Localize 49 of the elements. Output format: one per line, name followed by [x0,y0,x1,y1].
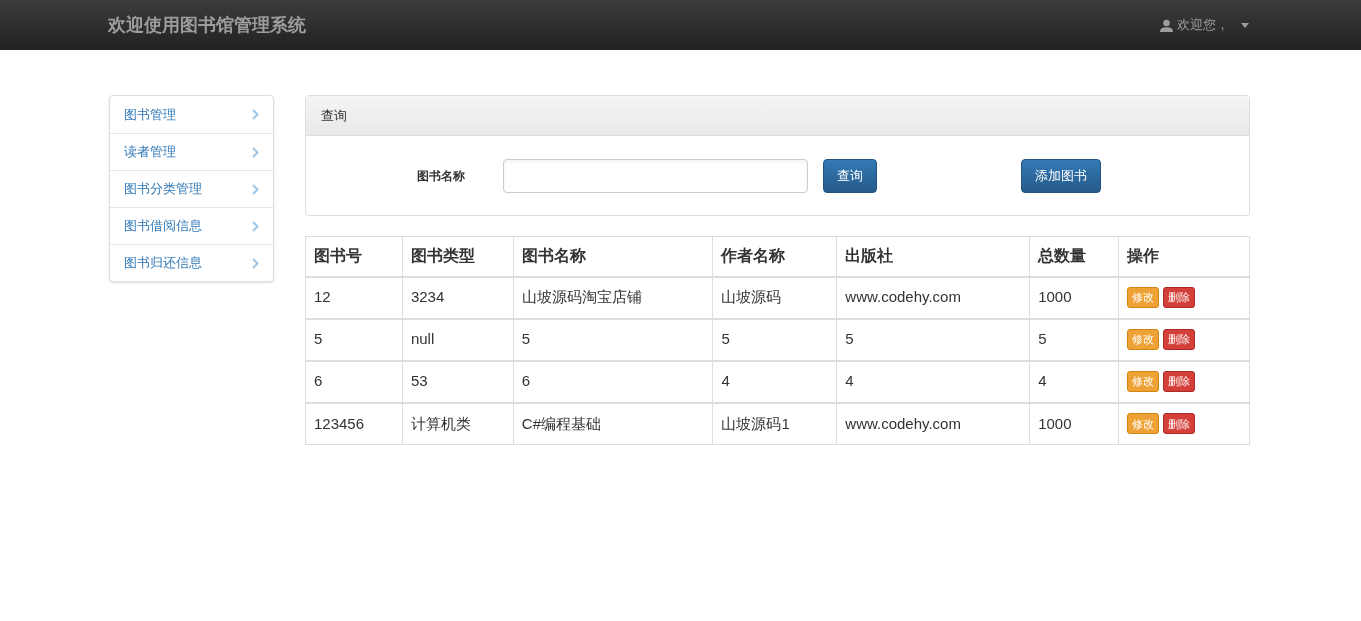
table-cell: 山坡源码1 [713,402,837,445]
add-book-button[interactable]: 添加图书 [1021,158,1101,193]
table-cell: 4 [1029,360,1119,403]
chevron-right-icon [252,220,259,232]
delete-button[interactable]: 删除 [1163,329,1196,350]
column-header: 总数量 [1029,236,1119,277]
chevron-right-icon [252,109,259,120]
table-cell: www.codehy.com [836,402,1030,445]
table-cell: 1000 [1029,402,1119,445]
delete-button[interactable]: 删除 [1163,371,1196,392]
table-cell: 4 [713,360,837,403]
table-cell: 5 [836,318,1030,361]
table-cell: 5 [713,318,837,361]
chevron-right-icon [252,146,259,158]
chevron-right-icon [252,257,259,269]
column-header: 作者名称 [713,236,837,277]
column-header: 图书名称 [513,236,713,277]
table-cell: 12 [305,276,403,319]
search-button[interactable]: 查询 [823,158,877,193]
table-cell: null [402,318,514,361]
table-cell: 53 [402,360,514,403]
delete-button[interactable]: 删除 [1163,287,1196,308]
sidebar-item[interactable]: 图书借阅信息 [110,207,273,244]
table-cell: 4 [836,360,1030,403]
table-cell: C#编程基础 [513,402,713,445]
sidebar-item[interactable]: 图书分类管理 [110,170,273,207]
panel-heading: 查询 [306,96,1249,136]
book-name-input[interactable] [503,158,808,193]
sidebar-item[interactable]: 图书归还信息 [110,244,273,281]
table-cell: 5 [305,318,403,361]
chevron-right-icon [252,183,259,195]
site-title: 欢迎使用图书馆管理系统 [108,13,306,37]
column-header: 图书号 [305,236,403,277]
field-label: 图书名称 [417,167,466,185]
caret-icon [1241,22,1249,28]
column-header: 图书类型 [402,236,514,277]
column-header: 操作 [1118,236,1250,277]
table-cell: 6 [513,360,713,403]
table-cell: 计算机类 [402,402,514,445]
delete-button[interactable]: 删除 [1163,413,1196,435]
column-header: 出版社 [836,236,1030,277]
user-icon [1160,18,1173,32]
table-cell: 6 [305,360,403,403]
user-menu[interactable]: 欢迎您， [1160,15,1249,35]
table-cell: 5 [513,318,713,361]
sidebar-item[interactable]: 图书管理 [110,96,273,133]
table-cell: 5 [1029,318,1119,361]
table-cell: 123456 [305,402,403,445]
sidebar-item[interactable]: 读者管理 [110,133,273,170]
